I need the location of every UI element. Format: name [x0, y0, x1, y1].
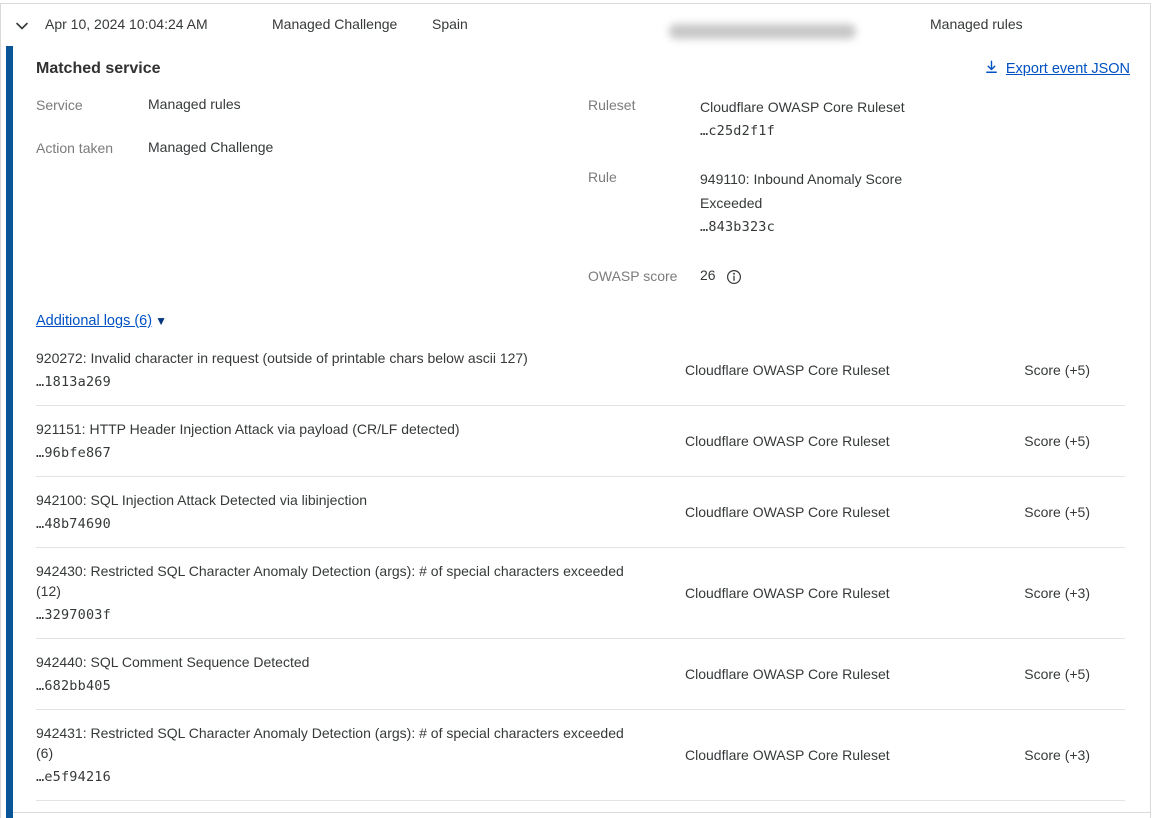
log-ruleset: Cloudflare OWASP Core Ruleset — [685, 362, 935, 378]
log-score: Score (+5) — [935, 433, 1125, 449]
log-score: Score (+3) — [935, 585, 1125, 601]
ruleset-id: …c25d2f1f — [700, 119, 940, 143]
action-taken-value: Managed Challenge — [148, 138, 273, 156]
chevron-down-icon[interactable] — [13, 17, 31, 35]
log-score: Score (+5) — [935, 666, 1125, 682]
log-description: 942440: SQL Comment Sequence Detected — [36, 652, 636, 672]
rule-label: Rule — [588, 167, 700, 186]
log-description: 921151: HTTP Header Injection Attack via… — [36, 419, 636, 439]
log-description: 942100: SQL Injection Attack Detected vi… — [36, 490, 636, 510]
rule-value: 949110: Inbound Anomaly Score Exceeded — [700, 167, 940, 215]
rule-id: …843b323c — [700, 215, 940, 239]
log-rule-id: …e5f94216 — [36, 767, 636, 787]
log-ruleset: Cloudflare OWASP Core Ruleset — [685, 666, 935, 682]
log-ruleset: Cloudflare OWASP Core Ruleset — [685, 433, 935, 449]
event-country: Spain — [432, 16, 468, 32]
event-details-container: Apr 10, 2024 10:04:24 AM Managed Challen… — [0, 3, 1151, 818]
panel-bottom-divider — [13, 801, 1150, 813]
export-event-json-link[interactable]: Export event JSON — [984, 59, 1130, 79]
service-value: Managed rules — [148, 95, 241, 113]
event-timestamp: Apr 10, 2024 10:04:24 AM — [45, 16, 208, 32]
log-row: 942431: Restricted SQL Character Anomaly… — [36, 710, 1125, 801]
selected-row-accent — [6, 46, 13, 818]
log-rule-id: …3297003f — [36, 605, 636, 625]
log-rule-id: …48b74690 — [36, 514, 636, 534]
additional-logs-toggle[interactable]: Additional logs (6) ▼ — [36, 313, 167, 329]
detail-fields: Service Managed rules Action taken Manag… — [36, 95, 1150, 287]
log-description: 942430: Restricted SQL Character Anomaly… — [36, 561, 636, 601]
caret-down-icon: ▼ — [155, 315, 167, 327]
owasp-score-value: 26 — [700, 263, 716, 287]
ruleset-value: Cloudflare OWASP Core Ruleset — [700, 95, 940, 119]
log-rule-id: …1813a269 — [36, 372, 636, 392]
action-taken-label: Action taken — [36, 138, 148, 157]
additional-logs-list: 920272: Invalid character in request (ou… — [36, 335, 1125, 801]
ruleset-label: Ruleset — [588, 95, 700, 114]
log-ruleset: Cloudflare OWASP Core Ruleset — [685, 585, 935, 601]
log-ruleset: Cloudflare OWASP Core Ruleset — [685, 747, 935, 763]
log-row: 942100: SQL Injection Attack Detected vi… — [36, 477, 1125, 548]
owasp-score-label: OWASP score — [588, 266, 700, 285]
event-service: Managed rules — [930, 16, 1023, 32]
event-action: Managed Challenge — [272, 16, 397, 32]
log-row: 921151: HTTP Header Injection Attack via… — [36, 406, 1125, 477]
log-ruleset: Cloudflare OWASP Core Ruleset — [685, 504, 935, 520]
log-score: Score (+5) — [935, 504, 1125, 520]
log-row: 942440: SQL Comment Sequence Detected …6… — [36, 639, 1125, 710]
redacted-value — [669, 24, 856, 39]
log-rule-id: …96bfe867 — [36, 443, 636, 463]
panel-title: Matched service — [36, 60, 161, 78]
log-score: Score (+3) — [935, 747, 1125, 763]
log-description: 920272: Invalid character in request (ou… — [36, 348, 636, 368]
matched-service-panel: Matched service Export event JSON Servic… — [1, 46, 1150, 818]
log-row: 942430: Restricted SQL Character Anomaly… — [36, 548, 1125, 639]
info-icon[interactable] — [726, 269, 742, 285]
log-row: 920272: Invalid character in request (ou… — [36, 335, 1125, 406]
export-event-json-label: Export event JSON — [1006, 61, 1130, 77]
download-icon — [984, 59, 999, 79]
log-description: 942431: Restricted SQL Character Anomaly… — [36, 723, 636, 763]
event-row[interactable]: Apr 10, 2024 10:04:24 AM Managed Challen… — [1, 4, 1150, 46]
additional-logs-label: Additional logs (6) — [36, 313, 152, 329]
service-label: Service — [36, 95, 148, 114]
log-rule-id: …682bb405 — [36, 676, 636, 696]
log-score: Score (+5) — [935, 362, 1125, 378]
